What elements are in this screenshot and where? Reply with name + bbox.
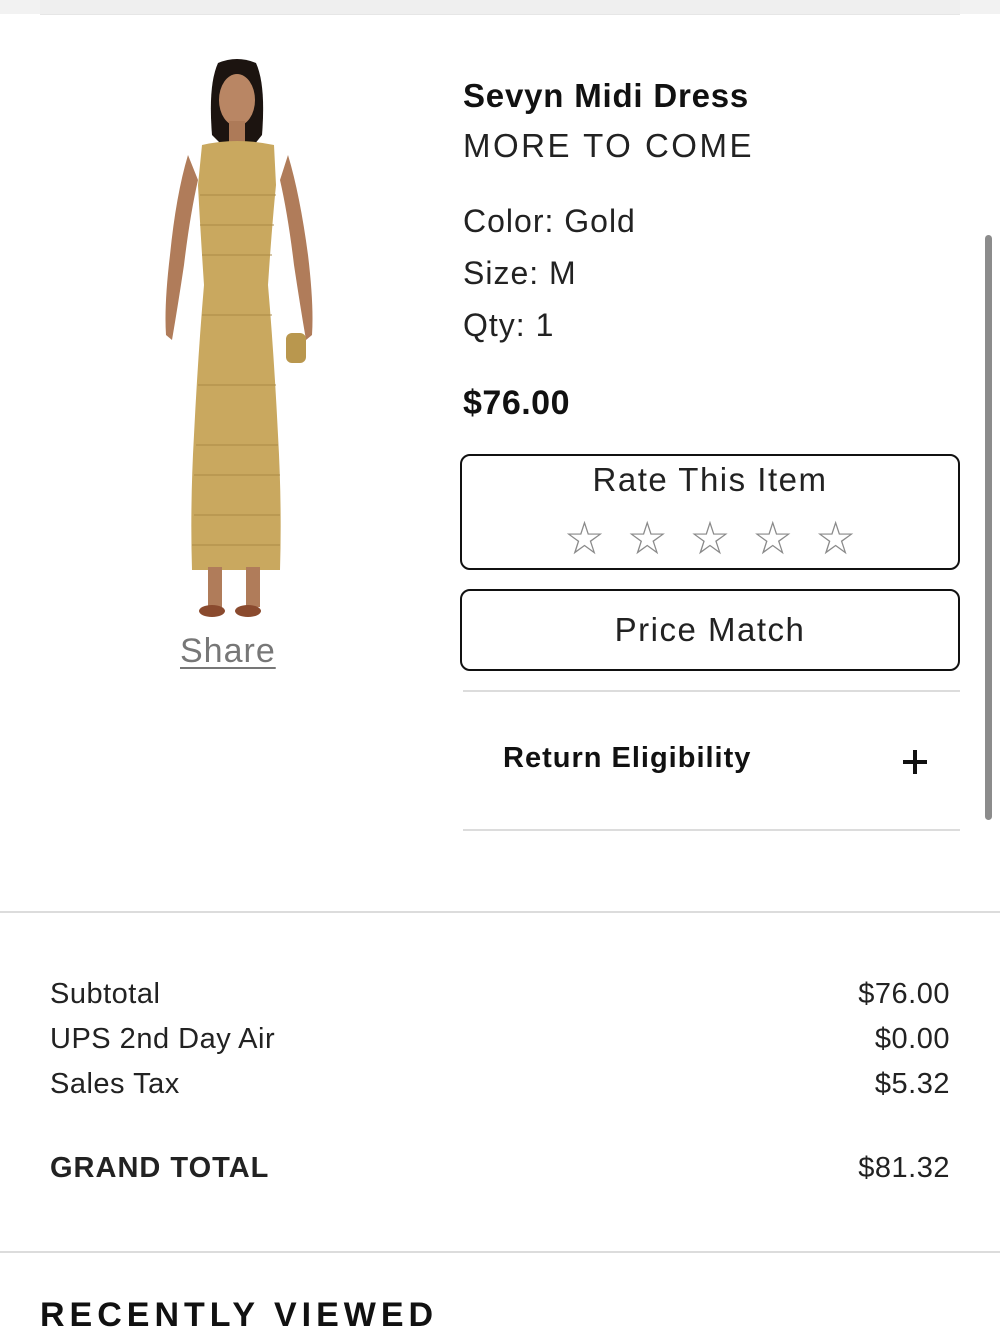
- model-neck: [229, 121, 245, 143]
- section-divider: [0, 911, 1000, 913]
- divider-bottom: [463, 829, 960, 831]
- price-match-button[interactable]: Price Match: [460, 589, 960, 671]
- dress: [191, 141, 281, 570]
- product-size: Size: M: [463, 255, 577, 291]
- share-link[interactable]: Share: [180, 632, 290, 672]
- product-image[interactable]: [140, 55, 340, 630]
- rate-item-box: Rate This Item ☆ ☆ ☆ ☆ ☆: [460, 454, 960, 570]
- top-strip: [0, 0, 1000, 15]
- previous-card-edge: [40, 0, 960, 15]
- sales-tax-label: Sales Tax: [50, 1068, 180, 1100]
- clutch-bag: [286, 333, 306, 363]
- return-eligibility-label: Return Eligibility: [503, 742, 752, 774]
- product-title[interactable]: Sevyn Midi Dress: [463, 77, 749, 115]
- model-left-arm: [165, 155, 198, 340]
- rate-item-title: Rate This Item: [592, 461, 828, 498]
- star-rating[interactable]: ☆ ☆ ☆ ☆ ☆: [462, 511, 958, 565]
- model-right-leg: [246, 567, 260, 607]
- product-price: $76.00: [463, 384, 570, 422]
- subtotal-label: Subtotal: [50, 978, 161, 1010]
- recently-viewed-heading: RECENTLY VIEWED: [40, 1296, 439, 1334]
- product-color: Color: Gold: [463, 203, 636, 239]
- star-icon-2[interactable]: ☆: [622, 515, 672, 561]
- model-left-leg: [208, 567, 222, 607]
- plus-icon[interactable]: [903, 750, 927, 774]
- section-divider-2: [0, 1251, 1000, 1253]
- sales-tax-value: $5.32: [874, 1068, 950, 1100]
- grand-total-label: GRAND TOTAL: [50, 1152, 270, 1184]
- shipping-label: UPS 2nd Day Air: [50, 1023, 276, 1055]
- subtotal-value: $76.00: [858, 978, 950, 1010]
- left-shoe: [199, 605, 225, 617]
- shipping-value: $0.00: [874, 1023, 950, 1055]
- model-face: [219, 74, 255, 126]
- right-shoe: [235, 605, 261, 617]
- star-icon-4[interactable]: ☆: [748, 515, 798, 561]
- product-brand[interactable]: MORE TO COME: [463, 127, 754, 165]
- model-right-arm: [280, 155, 313, 340]
- star-icon-5[interactable]: ☆: [811, 515, 861, 561]
- star-icon-3[interactable]: ☆: [685, 515, 735, 561]
- star-icon-1[interactable]: ☆: [559, 515, 609, 561]
- product-qty: Qty: 1: [463, 307, 555, 343]
- scrollbar[interactable]: [985, 235, 992, 820]
- grand-total-value: $81.32: [858, 1152, 950, 1184]
- return-eligibility-toggle[interactable]: Return Eligibility: [463, 692, 960, 830]
